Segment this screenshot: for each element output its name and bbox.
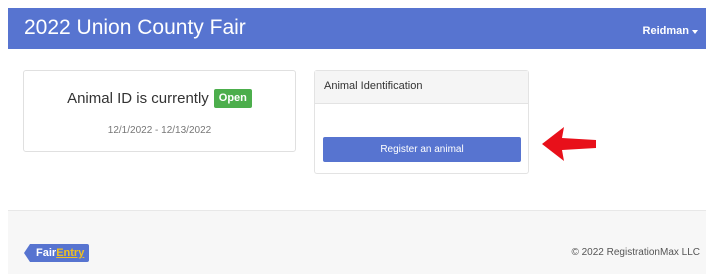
logo-text-entry: Entry (56, 247, 85, 259)
top-navbar: 2022 Union County Fair Reidman (8, 8, 706, 49)
status-badge: Open (213, 89, 252, 108)
caret-down-icon (692, 29, 698, 34)
status-prefix: Animal ID is currently (67, 90, 209, 107)
register-animal-button[interactable]: Register an animal (323, 137, 521, 162)
footer: FairEntry © 2022 RegistrationMax LLC (8, 210, 706, 274)
red-arrow-icon (542, 127, 596, 161)
logo-tag: FairEntry (23, 244, 90, 262)
user-menu-label: Reidman (642, 25, 689, 37)
user-menu[interactable]: Reidman (643, 25, 698, 37)
page-title[interactable]: 2022 Union County Fair (24, 16, 246, 40)
animal-id-status-card: Animal ID is currently Open 12/1/2022 - … (23, 70, 296, 152)
date-range: 12/1/2022 - 12/13/2022 (107, 125, 212, 136)
copyright-text: © 2022 RegistrationMax LLC (571, 247, 700, 258)
animal-identification-panel: Animal Identification Register an animal (314, 70, 529, 174)
fairentry-logo[interactable]: FairEntry (23, 244, 90, 262)
status-line: Animal ID is currently Open (24, 89, 295, 108)
logo-text-fair: Fair (36, 247, 57, 259)
panel-heading: Animal Identification (315, 71, 528, 104)
